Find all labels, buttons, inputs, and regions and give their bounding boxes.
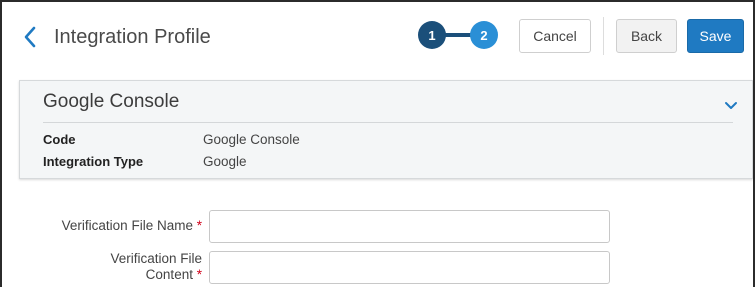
chevron-left-icon[interactable] <box>20 24 42 50</box>
section-divider <box>43 122 733 123</box>
wizard-stepper: 1 2 <box>418 21 498 49</box>
page-header: Integration Profile 1 2 Cancel Back Save <box>2 2 753 70</box>
step-1[interactable]: 1 <box>418 21 446 49</box>
app-frame: Integration Profile 1 2 Cancel Back Save… <box>0 0 755 287</box>
code-label: Code <box>43 132 76 147</box>
required-marker: * <box>196 218 202 233</box>
verification-file-name-input[interactable] <box>209 210 610 243</box>
page-title: Integration Profile <box>54 26 211 48</box>
profile-summary-card: Google Console Code Google Console Integ… <box>19 80 753 179</box>
chevron-down-icon[interactable] <box>723 99 739 111</box>
step-2[interactable]: 2 <box>470 21 498 49</box>
integration-type-label: Integration Type <box>43 154 144 169</box>
toolbar-divider <box>603 17 604 55</box>
integration-type-value: Google <box>203 154 247 169</box>
back-button[interactable]: Back <box>616 19 677 53</box>
verification-file-content-input[interactable] <box>209 251 610 284</box>
save-button[interactable]: Save <box>687 19 744 53</box>
required-marker: * <box>196 267 202 282</box>
verification-file-content-label: Verification File Content * <box>110 251 202 282</box>
cancel-button[interactable]: Cancel <box>519 19 591 53</box>
verification-file-name-label: Verification File Name * <box>61 218 202 233</box>
code-value: Google Console <box>203 132 300 147</box>
section-title: Google Console <box>43 91 180 112</box>
